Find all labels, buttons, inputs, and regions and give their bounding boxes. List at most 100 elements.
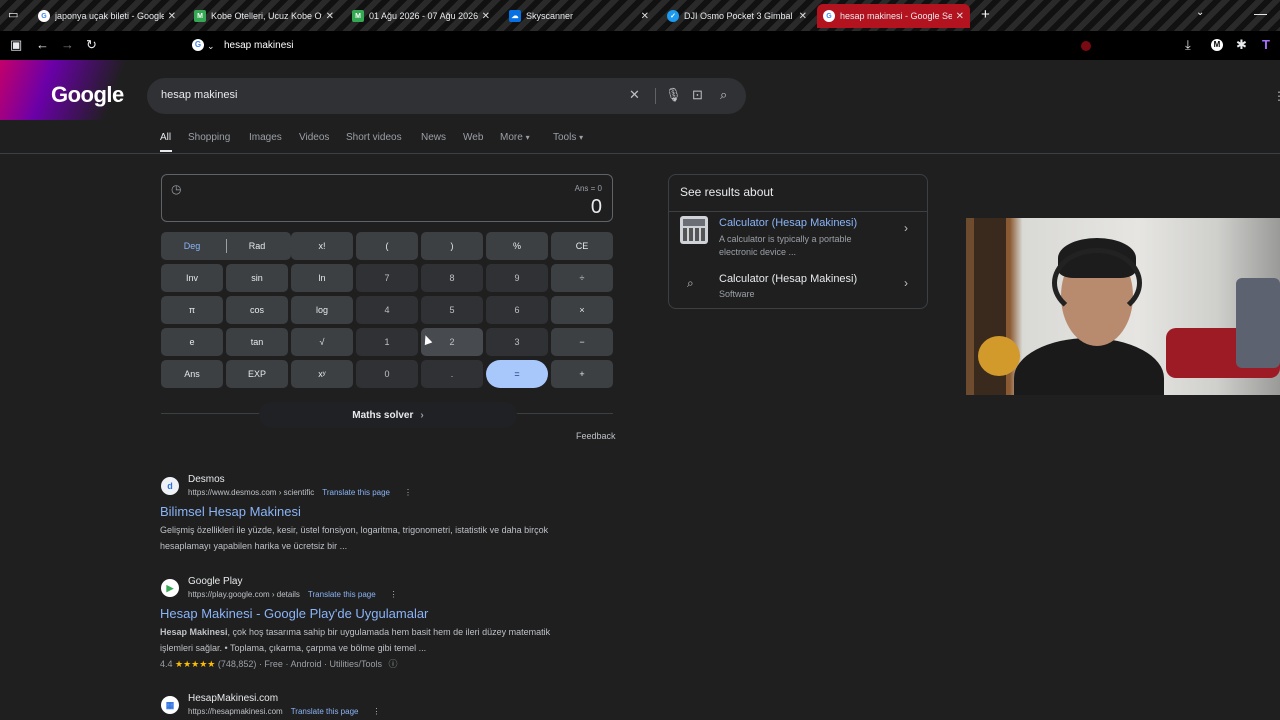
chevron-down-icon[interactable]: ⌄ <box>207 39 215 53</box>
tab-shopping[interactable]: Shopping <box>188 132 230 143</box>
new-tab-button[interactable]: + <box>981 6 990 23</box>
google-logo[interactable]: Google <box>51 82 124 108</box>
calc-key-4[interactable]: 4 <box>356 296 418 324</box>
download-icon[interactable]: ⤓ <box>1185 38 1191 52</box>
search-input[interactable]: hesap makinesi <box>161 89 237 101</box>
tab-search-icon[interactable]: ⌄ <box>1196 7 1204 18</box>
back-icon[interactable]: ← <box>36 38 49 52</box>
reload-icon[interactable]: ↻ <box>86 38 97 52</box>
calc-key-8[interactable]: 8 <box>421 264 483 292</box>
maths-solver-button[interactable]: Maths solver › <box>259 402 517 428</box>
tab-3[interactable]: M 01 Ağu 2026 - 07 Ağu 2026 Ar ✕ <box>346 4 496 28</box>
calc-key-cos[interactable]: cos <box>226 296 288 324</box>
calc-key-1[interactable]: 1 <box>356 328 418 356</box>
calc-key-ln[interactable]: ln <box>291 264 353 292</box>
tab-2[interactable]: M Kobe Otelleri, Ucuz Kobe Otel F ✕ <box>188 4 340 28</box>
tab-actions-icon[interactable]: ▭ <box>8 8 18 21</box>
close-icon[interactable]: ✕ <box>482 11 490 22</box>
caret-down-icon: ▾ <box>579 133 584 142</box>
translate-link[interactable]: Translate this page <box>308 590 376 599</box>
calc-key-rad[interactable]: Rad <box>226 232 288 260</box>
close-icon[interactable]: ✕ <box>326 11 334 22</box>
translate-link[interactable]: Translate this page <box>291 707 359 716</box>
chevron-right-icon[interactable]: › <box>904 276 908 290</box>
tab-all[interactable]: All <box>160 132 171 143</box>
panel-item-title[interactable]: Calculator (Hesap Makinesi) <box>719 217 857 229</box>
more-options-icon[interactable]: ⋮ <box>390 590 398 599</box>
calc-key-tan[interactable]: tan <box>226 328 288 356</box>
profile-icon[interactable]: M <box>1211 39 1223 51</box>
twitch-icon[interactable]: T <box>1262 38 1270 52</box>
more-options-icon[interactable]: ⋮ <box>404 488 412 497</box>
search-box[interactable]: hesap makinesi ✕ 🎙 ⊡ ⌕ <box>147 78 746 114</box>
tab-more[interactable]: More ▾ <box>500 132 530 143</box>
calc-key-deg[interactable]: Deg <box>161 232 223 260</box>
translate-link[interactable]: Translate this page <box>322 488 390 497</box>
calc-key-sin[interactable]: sin <box>226 264 288 292</box>
calc-key-e[interactable]: e <box>161 328 223 356</box>
chevron-right-icon[interactable]: › <box>904 221 908 235</box>
tab-4[interactable]: ☁ Skyscanner ✕ <box>503 4 655 28</box>
chevron-right-icon: › <box>420 409 424 421</box>
result-url[interactable]: https://hesapmakinesi.com <box>188 707 283 716</box>
close-icon[interactable]: ✕ <box>956 11 964 22</box>
calc-key-multiply[interactable]: × <box>551 296 613 324</box>
info-icon[interactable]: ⓘ <box>389 659 398 669</box>
calc-key-6[interactable]: 6 <box>486 296 548 324</box>
extensions-icon[interactable]: ✱ <box>1236 38 1247 52</box>
calc-key-5[interactable]: 5 <box>421 296 483 324</box>
forward-icon[interactable]: → <box>61 38 74 52</box>
calc-key-9[interactable]: 9 <box>486 264 548 292</box>
calc-key-inv[interactable]: Inv <box>161 264 223 292</box>
calc-key-3[interactable]: 3 <box>486 328 548 356</box>
calc-key-log[interactable]: log <box>291 296 353 324</box>
lens-icon[interactable]: ⊡ <box>692 87 703 103</box>
calc-key-exp[interactable]: EXP <box>226 360 288 388</box>
calc-key-divide[interactable]: ÷ <box>551 264 613 292</box>
clear-icon[interactable]: ✕ <box>629 87 640 103</box>
history-icon[interactable]: ◷ <box>171 182 181 196</box>
apps-grid-icon[interactable]: ⋮ <box>1273 89 1280 103</box>
calc-key-add[interactable]: + <box>551 360 613 388</box>
calc-key-ans[interactable]: Ans <box>161 360 223 388</box>
result-title[interactable]: Hesap Makinesi - Google Play'de Uygulama… <box>160 606 428 621</box>
tab-title: hesap makinesi - Google Search <box>840 11 952 21</box>
close-icon[interactable]: ✕ <box>641 11 649 22</box>
microphone-icon[interactable]: 🎙 <box>665 87 682 103</box>
site-info-icon[interactable]: G <box>192 39 204 51</box>
tab-images[interactable]: Images <box>249 132 282 143</box>
calc-key-decimal[interactable]: . <box>421 360 483 388</box>
calc-key-pi[interactable]: π <box>161 296 223 324</box>
calc-key-factorial[interactable]: x! <box>291 232 353 260</box>
calc-key-subtract[interactable]: − <box>551 328 613 356</box>
calc-key-close-paren[interactable]: ) <box>421 232 483 260</box>
tab-1[interactable]: G japonya uçak bileti - Google S ✕ <box>32 4 182 28</box>
calc-key-percent[interactable]: % <box>486 232 548 260</box>
tab-short-videos[interactable]: Short videos <box>346 132 402 143</box>
panel-item-title[interactable]: Calculator (Hesap Makinesi) <box>719 273 857 285</box>
result-title[interactable]: Bilimsel Hesap Makinesi <box>160 504 301 519</box>
feedback-link[interactable]: Feedback <box>576 431 616 441</box>
search-icon[interactable]: ⌕ <box>720 87 727 103</box>
tab-news[interactable]: News <box>421 132 446 143</box>
close-icon[interactable]: ✕ <box>168 11 176 22</box>
minimize-icon[interactable]: — <box>1254 6 1267 21</box>
calc-key-power[interactable]: xʸ <box>291 360 353 388</box>
close-icon[interactable]: ✕ <box>799 11 807 22</box>
calc-key-equals[interactable]: = <box>486 360 548 388</box>
calc-key-7[interactable]: 7 <box>356 264 418 292</box>
sidebar-icon[interactable]: ▣ <box>10 38 22 52</box>
result-url[interactable]: https://www.desmos.com › scientific <box>188 488 314 497</box>
tab-5[interactable]: ✓ DJI Osmo Pocket 3 Gimbal Fiyat ✕ <box>661 4 813 28</box>
tab-tools[interactable]: Tools ▾ <box>553 132 583 143</box>
result-url[interactable]: https://play.google.com › details <box>188 590 300 599</box>
calc-key-open-paren[interactable]: ( <box>356 232 418 260</box>
calc-key-0[interactable]: 0 <box>356 360 418 388</box>
address-bar[interactable]: hesap makinesi <box>224 40 293 51</box>
tab-videos[interactable]: Videos <box>299 132 329 143</box>
tab-web[interactable]: Web <box>463 132 483 143</box>
more-options-icon[interactable]: ⋮ <box>372 707 380 716</box>
calc-key-ce[interactable]: CE <box>551 232 613 260</box>
calc-key-sqrt[interactable]: √ <box>291 328 353 356</box>
tab-6-active[interactable]: G hesap makinesi - Google Search ✕ <box>817 4 970 28</box>
